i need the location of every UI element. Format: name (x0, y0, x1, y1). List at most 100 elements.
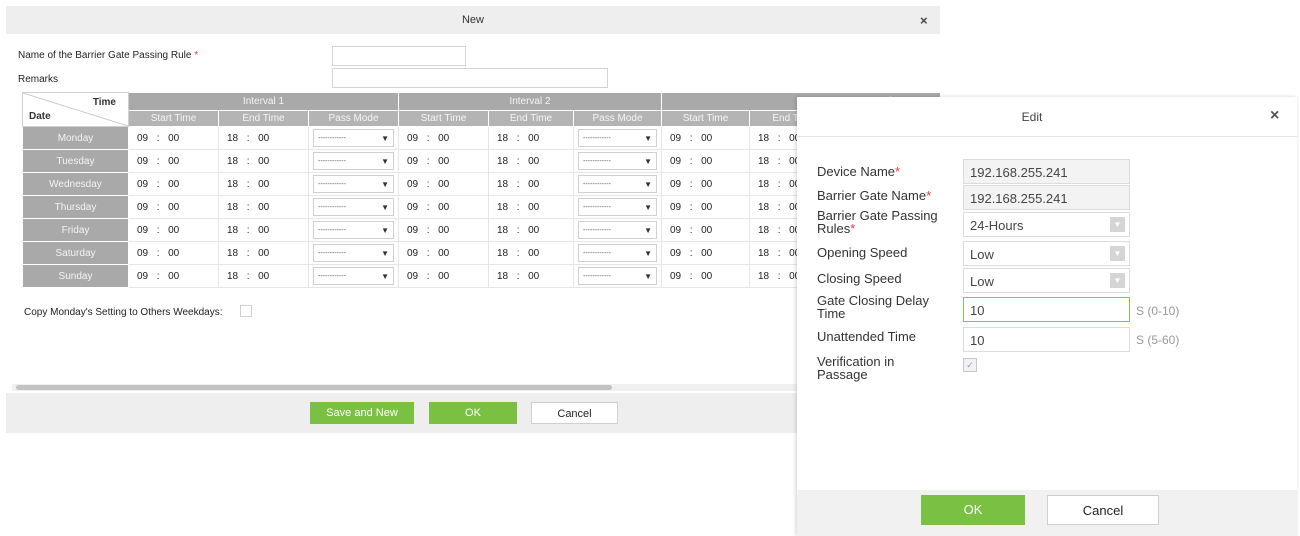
pass-mode-select[interactable]: ------------▼ (308, 149, 399, 173)
day-label: Tuesday (22, 149, 129, 173)
device-name-field: 192.168.255.241 (963, 159, 1130, 184)
ok-button[interactable]: OK (429, 402, 517, 424)
rule-name-input[interactable] (332, 46, 466, 66)
start-time-input[interactable]: 09:00 (398, 126, 489, 150)
ok-button[interactable]: OK (921, 495, 1025, 525)
closing-delay-input[interactable]: 10 (963, 297, 1130, 322)
verification-checkbox[interactable]: ✓ (963, 358, 977, 372)
passing-rules-value: 24-Hours (970, 218, 1024, 233)
end-time-input[interactable]: 18:00 (218, 264, 309, 288)
copy-monday-checkbox[interactable] (240, 305, 252, 317)
opening-speed-label: Opening Speed (817, 245, 908, 260)
end-time-input[interactable]: 18:00 (218, 195, 309, 219)
start-time-input[interactable]: 09:00 (128, 241, 219, 265)
pass-mode-select[interactable]: ------------▼ (573, 126, 662, 150)
end-time-input[interactable]: 18:00 (488, 264, 574, 288)
start-time-input[interactable]: 09:00 (398, 195, 489, 219)
start-time-input[interactable]: 09:00 (128, 264, 219, 288)
end-time-input[interactable]: 18:00 (488, 172, 574, 196)
pass-mode-select[interactable]: ------------▼ (573, 195, 662, 219)
dropdown-arrow-icon: ▼ (644, 248, 652, 258)
dropdown-arrow-icon: ▼ (644, 202, 652, 212)
pass-mode-select[interactable]: ------------▼ (573, 172, 662, 196)
start-time-input[interactable]: 09:00 (661, 241, 750, 265)
rule-name-label: Name of the Barrier Gate Passing Rule * (18, 50, 199, 61)
closing-speed-label: Closing Speed (817, 271, 902, 286)
start-time-input[interactable]: 09:00 (661, 218, 750, 242)
gate-name-field: 192.168.255.241 (963, 185, 1130, 210)
start-time-input[interactable]: 09:00 (398, 264, 489, 288)
pass-mode-select[interactable]: ------------▼ (573, 241, 662, 265)
remarks-input[interactable] (332, 68, 608, 88)
dropdown-arrow-icon: ▼ (644, 271, 652, 281)
opening-speed-value: Low (970, 247, 994, 262)
pass-mode-select[interactable]: ------------▼ (308, 195, 399, 219)
end-time-input[interactable]: 18:00 (218, 126, 309, 150)
pass-mode-select[interactable]: ------------▼ (573, 264, 662, 288)
dialog-title: New (461, 14, 484, 26)
required-mark: * (895, 164, 901, 179)
dropdown-arrow-icon: ▼ (381, 202, 389, 212)
pass-mode-select[interactable]: ------------▼ (573, 218, 662, 242)
close-icon[interactable]: × (920, 13, 928, 28)
end-time-input[interactable]: 18:00 (218, 218, 309, 242)
passing-rules-select[interactable]: 24-Hours ▼ (963, 212, 1130, 237)
unattended-time-input[interactable]: 10 (963, 327, 1130, 352)
cancel-button[interactable]: Cancel (531, 402, 618, 424)
end-time-input[interactable]: 18:00 (488, 149, 574, 173)
device-name-label: Device Name* (817, 164, 901, 179)
edit-gate-dialog: Edit × Device Name* 192.168.255.241 Barr… (797, 97, 1297, 536)
dialog-header: Edit × (797, 97, 1297, 137)
start-time-input[interactable]: 09:00 (661, 126, 750, 150)
start-time-input[interactable]: 09:00 (128, 195, 219, 219)
end-time-input[interactable]: 18:00 (488, 126, 574, 150)
closing-delay-label: Gate Closing Delay Time (817, 293, 929, 321)
start-time-input[interactable]: 09:00 (128, 218, 219, 242)
scrollbar-thumb[interactable] (16, 385, 612, 390)
dropdown-arrow-icon: ▼ (644, 225, 652, 235)
start-time-input[interactable]: 09:00 (661, 172, 750, 196)
end-time-input[interactable]: 18:00 (488, 195, 574, 219)
dialog-header: New × (6, 6, 940, 34)
end-time-input[interactable]: 18:00 (218, 172, 309, 196)
pass-mode-header: Pass Mode (308, 110, 399, 127)
cancel-button[interactable]: Cancel (1047, 495, 1159, 525)
dropdown-arrow-icon: ▼ (381, 156, 389, 166)
start-time-input[interactable]: 09:00 (661, 264, 750, 288)
start-time-input[interactable]: 09:00 (398, 172, 489, 196)
start-time-input[interactable]: 09:00 (398, 241, 489, 265)
pass-mode-select[interactable]: ------------▼ (308, 172, 399, 196)
dialog-title: Edit (1021, 110, 1043, 124)
end-time-input[interactable]: 18:00 (488, 218, 574, 242)
end-time-input[interactable]: 18:00 (218, 241, 309, 265)
pass-mode-header: Pass Mode (573, 110, 662, 127)
closing-speed-select[interactable]: Low ▼ (963, 268, 1130, 293)
dropdown-arrow-icon: ▼ (381, 133, 389, 143)
dialog-footer: OK Cancel (797, 490, 1297, 536)
dropdown-arrow-icon: ▼ (644, 179, 652, 189)
pass-mode-select[interactable]: ------------▼ (308, 241, 399, 265)
required-mark: * (926, 188, 932, 203)
pass-mode-select[interactable]: ------------▼ (308, 218, 399, 242)
start-time-input[interactable]: 09:00 (398, 218, 489, 242)
start-time-input[interactable]: 09:00 (128, 172, 219, 196)
corner-date-label: Date (29, 111, 51, 122)
end-time-input[interactable]: 18:00 (488, 241, 574, 265)
save-and-new-button[interactable]: Save and New (310, 402, 414, 424)
start-time-input[interactable]: 09:00 (128, 126, 219, 150)
start-time-input[interactable]: 09:00 (661, 149, 750, 173)
start-time-input[interactable]: 09:00 (661, 195, 750, 219)
unattended-time-hint: S (5-60) (1136, 333, 1180, 347)
pass-mode-select[interactable]: ------------▼ (573, 149, 662, 173)
close-icon[interactable]: × (1270, 107, 1279, 125)
day-label: Saturday (22, 241, 129, 265)
interval-2-header: Interval 2 (398, 92, 662, 111)
pass-mode-select[interactable]: ------------▼ (308, 126, 399, 150)
pass-mode-select[interactable]: ------------▼ (308, 264, 399, 288)
start-time-input[interactable]: 09:00 (128, 149, 219, 173)
dropdown-arrow-icon: ▼ (644, 133, 652, 143)
start-time-input[interactable]: 09:00 (398, 149, 489, 173)
opening-speed-select[interactable]: Low ▼ (963, 241, 1130, 266)
end-time-input[interactable]: 18:00 (218, 149, 309, 173)
dropdown-arrow-icon: ▼ (1110, 246, 1125, 261)
